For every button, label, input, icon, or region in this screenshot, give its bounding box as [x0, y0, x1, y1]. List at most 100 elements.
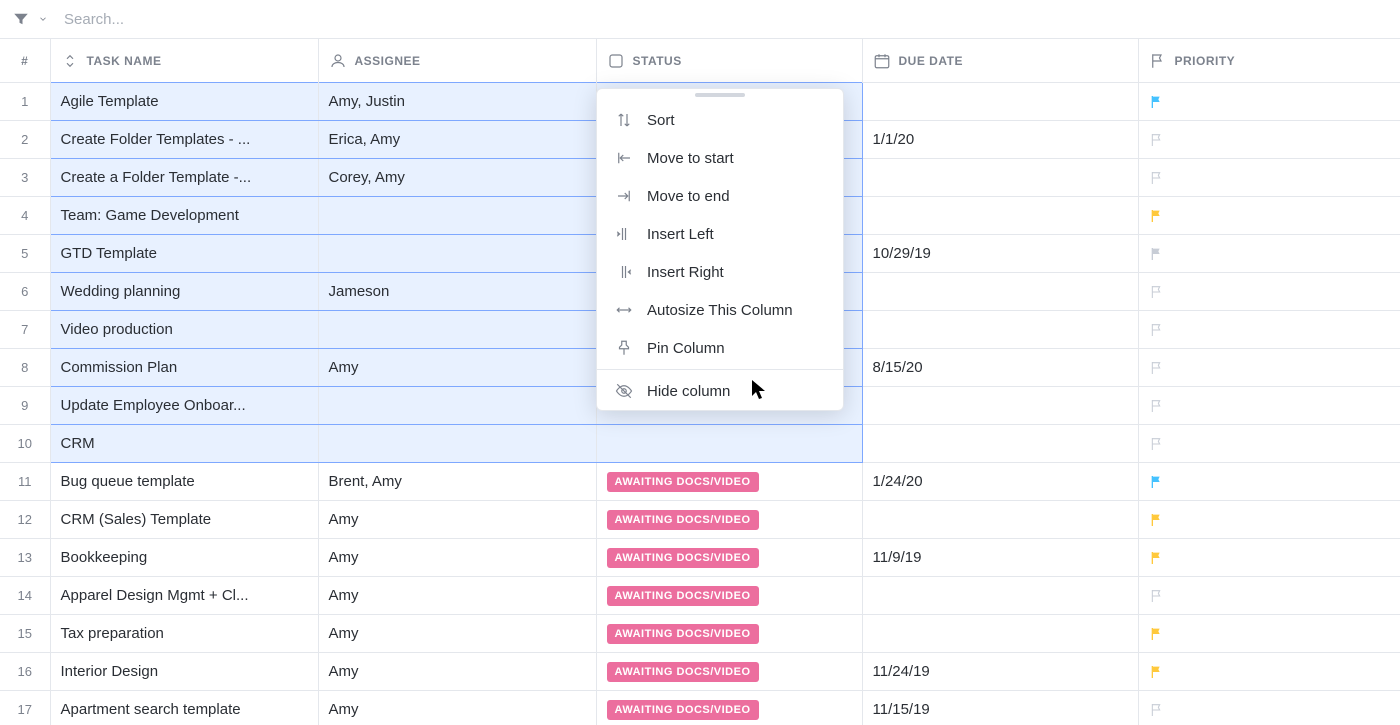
table-row[interactable]: 13BookkeepingAmyAWAITING DOCS/VIDEO11/9/…: [0, 539, 1400, 577]
due-date-cell[interactable]: [862, 425, 1138, 463]
assignee-cell[interactable]: Amy: [318, 653, 596, 691]
priority-cell[interactable]: [1138, 197, 1400, 235]
status-cell[interactable]: AWAITING DOCS/VIDEO: [596, 539, 862, 577]
priority-cell[interactable]: [1138, 121, 1400, 159]
due-date-cell[interactable]: [862, 311, 1138, 349]
assignee-cell[interactable]: Brent, Amy: [318, 463, 596, 501]
assignee-cell[interactable]: [318, 387, 596, 425]
status-cell[interactable]: [596, 425, 862, 463]
status-cell[interactable]: AWAITING DOCS/VIDEO: [596, 463, 862, 501]
due-date-cell[interactable]: 1/24/20: [862, 463, 1138, 501]
task-name-cell[interactable]: Apartment search template: [50, 691, 318, 725]
task-name-cell[interactable]: Tax preparation: [50, 615, 318, 653]
column-header-status[interactable]: STATUS: [596, 39, 862, 83]
priority-cell[interactable]: [1138, 539, 1400, 577]
menu-item-move-end[interactable]: Move to end: [597, 177, 843, 215]
assignee-cell[interactable]: Amy: [318, 539, 596, 577]
assignee-cell[interactable]: Amy: [318, 501, 596, 539]
menu-item-pin[interactable]: Pin Column: [597, 329, 843, 367]
table-row[interactable]: 15Tax preparationAmyAWAITING DOCS/VIDEO: [0, 615, 1400, 653]
task-name-cell[interactable]: Bookkeeping: [50, 539, 318, 577]
column-header-number[interactable]: #: [0, 39, 50, 83]
due-date-cell[interactable]: 11/24/19: [862, 653, 1138, 691]
status-cell[interactable]: AWAITING DOCS/VIDEO: [596, 653, 862, 691]
menu-item-move-start[interactable]: Move to start: [597, 139, 843, 177]
menu-item-autosize[interactable]: Autosize This Column: [597, 291, 843, 329]
task-name-cell[interactable]: Apparel Design Mgmt + Cl...: [50, 577, 318, 615]
assignee-cell[interactable]: [318, 311, 596, 349]
table-row[interactable]: 17Apartment search templateAmyAWAITING D…: [0, 691, 1400, 725]
menu-item-sort[interactable]: Sort: [597, 101, 843, 139]
assignee-cell[interactable]: Amy, Justin: [318, 83, 596, 121]
due-date-cell[interactable]: [862, 159, 1138, 197]
due-date-cell[interactable]: 10/29/19: [862, 235, 1138, 273]
column-header-priority[interactable]: PRIORITY: [1138, 39, 1400, 83]
task-name-cell[interactable]: Create a Folder Template -...: [50, 159, 318, 197]
priority-cell[interactable]: [1138, 463, 1400, 501]
table-row[interactable]: 10CRM: [0, 425, 1400, 463]
filter-button[interactable]: [12, 10, 52, 28]
task-name-cell[interactable]: Bug queue template: [50, 463, 318, 501]
priority-cell[interactable]: [1138, 159, 1400, 197]
task-name-cell[interactable]: Agile Template: [50, 83, 318, 121]
due-date-cell[interactable]: [862, 273, 1138, 311]
task-name-cell[interactable]: Update Employee Onboar...: [50, 387, 318, 425]
menu-drag-handle[interactable]: [695, 93, 745, 97]
status-cell[interactable]: AWAITING DOCS/VIDEO: [596, 577, 862, 615]
assignee-cell[interactable]: [318, 235, 596, 273]
due-date-cell[interactable]: 11/15/19: [862, 691, 1138, 725]
assignee-cell[interactable]: Erica, Amy: [318, 121, 596, 159]
priority-cell[interactable]: [1138, 83, 1400, 121]
search-input[interactable]: [60, 7, 1388, 32]
assignee-cell[interactable]: [318, 425, 596, 463]
column-header-due-date[interactable]: DUE DATE: [862, 39, 1138, 83]
due-date-cell[interactable]: [862, 197, 1138, 235]
assignee-cell[interactable]: Amy: [318, 577, 596, 615]
due-date-cell[interactable]: [862, 501, 1138, 539]
assignee-cell[interactable]: Amy: [318, 691, 596, 725]
task-name-cell[interactable]: Team: Game Development: [50, 197, 318, 235]
priority-cell[interactable]: [1138, 235, 1400, 273]
column-header-task-name[interactable]: TASK NAME: [50, 39, 318, 83]
priority-cell[interactable]: [1138, 501, 1400, 539]
task-name-cell[interactable]: CRM (Sales) Template: [50, 501, 318, 539]
table-row[interactable]: 11Bug queue templateBrent, AmyAWAITING D…: [0, 463, 1400, 501]
status-cell[interactable]: AWAITING DOCS/VIDEO: [596, 501, 862, 539]
column-header-assignee[interactable]: ASSIGNEE: [318, 39, 596, 83]
priority-cell[interactable]: [1138, 615, 1400, 653]
assignee-cell[interactable]: Jameson: [318, 273, 596, 311]
priority-cell[interactable]: [1138, 691, 1400, 725]
due-date-cell[interactable]: 8/15/20: [862, 349, 1138, 387]
priority-cell[interactable]: [1138, 653, 1400, 691]
assignee-cell[interactable]: Amy: [318, 615, 596, 653]
task-name-cell[interactable]: GTD Template: [50, 235, 318, 273]
task-name-cell[interactable]: Commission Plan: [50, 349, 318, 387]
status-cell[interactable]: AWAITING DOCS/VIDEO: [596, 615, 862, 653]
table-row[interactable]: 16Interior DesignAmyAWAITING DOCS/VIDEO1…: [0, 653, 1400, 691]
menu-item-insert-right[interactable]: Insert Right: [597, 253, 843, 291]
due-date-cell[interactable]: 11/9/19: [862, 539, 1138, 577]
priority-cell[interactable]: [1138, 273, 1400, 311]
task-name-cell[interactable]: Interior Design: [50, 653, 318, 691]
assignee-cell[interactable]: Amy: [318, 349, 596, 387]
priority-cell[interactable]: [1138, 387, 1400, 425]
priority-cell[interactable]: [1138, 425, 1400, 463]
due-date-cell[interactable]: [862, 83, 1138, 121]
assignee-cell[interactable]: Corey, Amy: [318, 159, 596, 197]
task-name-cell[interactable]: Video production: [50, 311, 318, 349]
due-date-cell[interactable]: 1/1/20: [862, 121, 1138, 159]
due-date-cell[interactable]: [862, 577, 1138, 615]
table-row[interactable]: 12CRM (Sales) TemplateAmyAWAITING DOCS/V…: [0, 501, 1400, 539]
priority-cell[interactable]: [1138, 349, 1400, 387]
task-name-cell[interactable]: CRM: [50, 425, 318, 463]
task-name-cell[interactable]: Create Folder Templates - ...: [50, 121, 318, 159]
priority-cell[interactable]: [1138, 577, 1400, 615]
status-cell[interactable]: AWAITING DOCS/VIDEO: [596, 691, 862, 725]
due-date-cell[interactable]: [862, 387, 1138, 425]
assignee-cell[interactable]: [318, 197, 596, 235]
due-date-cell[interactable]: [862, 615, 1138, 653]
task-name-cell[interactable]: Wedding planning: [50, 273, 318, 311]
table-row[interactable]: 14Apparel Design Mgmt + Cl...AmyAWAITING…: [0, 577, 1400, 615]
menu-item-hide[interactable]: Hide column: [597, 372, 843, 410]
menu-item-insert-left[interactable]: Insert Left: [597, 215, 843, 253]
